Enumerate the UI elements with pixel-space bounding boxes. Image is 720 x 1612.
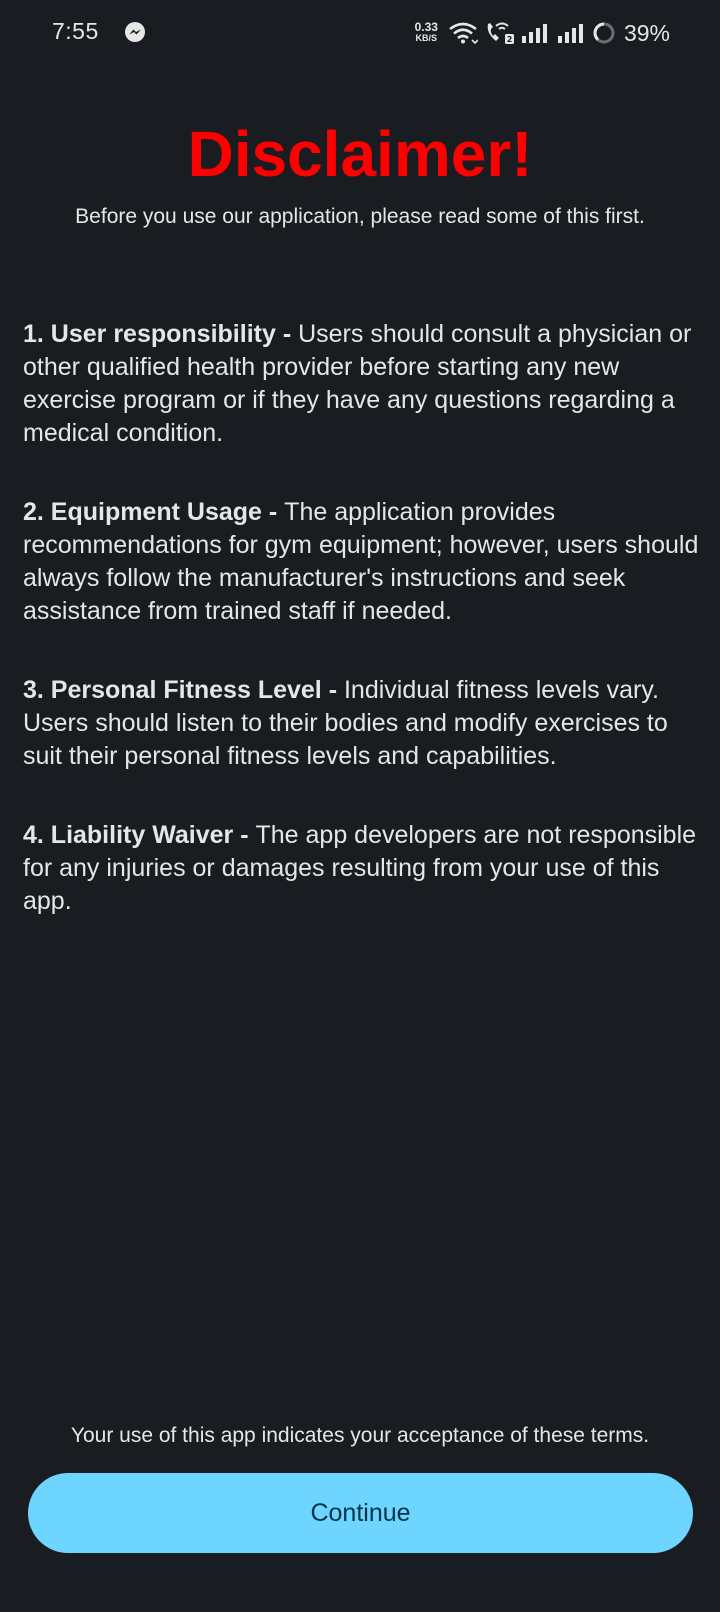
term-heading: 3. Personal Fitness Level - xyxy=(23,676,344,704)
term-heading: 4. Liability Waiver - xyxy=(23,821,256,849)
term-equipment-usage: 2. Equipment Usage - The application pro… xyxy=(23,496,703,628)
status-icons: 0.33 KB/S 2 39% xyxy=(415,16,670,50)
page-subtitle: Before you use our application, please r… xyxy=(75,205,645,228)
signal-icon xyxy=(521,24,547,43)
signal-icon xyxy=(557,24,583,43)
network-speed-value: 0.33 xyxy=(414,20,438,34)
acceptance-notice: Your use of this app indicates your acce… xyxy=(70,1424,650,1447)
messenger-icon xyxy=(125,22,145,42)
term-heading: 1. User responsibility - xyxy=(23,320,299,348)
battery-icon xyxy=(593,22,615,44)
network-speed: 0.33 KB/S xyxy=(414,20,438,44)
term-heading: 2. Equipment Usage - xyxy=(23,498,285,526)
terms-list: 1. User responsibility - Users should co… xyxy=(23,318,703,964)
wifi-icon xyxy=(449,22,478,45)
term-user-responsibility: 1. User responsibility - Users should co… xyxy=(23,318,703,450)
svg-text:2: 2 xyxy=(507,35,513,44)
page-title: Disclaimer! xyxy=(187,118,533,190)
wifi-call-icon: 2 xyxy=(487,22,514,44)
term-liability-waiver: 4. Liability Waiver - The app developers… xyxy=(23,819,703,918)
term-personal-fitness-level: 3. Personal Fitness Level - Individual f… xyxy=(23,674,703,773)
status-bar: 7:55 0.33 KB/S 2 39% xyxy=(0,0,720,66)
battery-percentage: 39% xyxy=(623,19,670,46)
status-time: 7:55 xyxy=(52,18,99,44)
network-speed-unit: KB/S xyxy=(415,33,438,43)
continue-button[interactable]: Continue xyxy=(28,1473,693,1553)
